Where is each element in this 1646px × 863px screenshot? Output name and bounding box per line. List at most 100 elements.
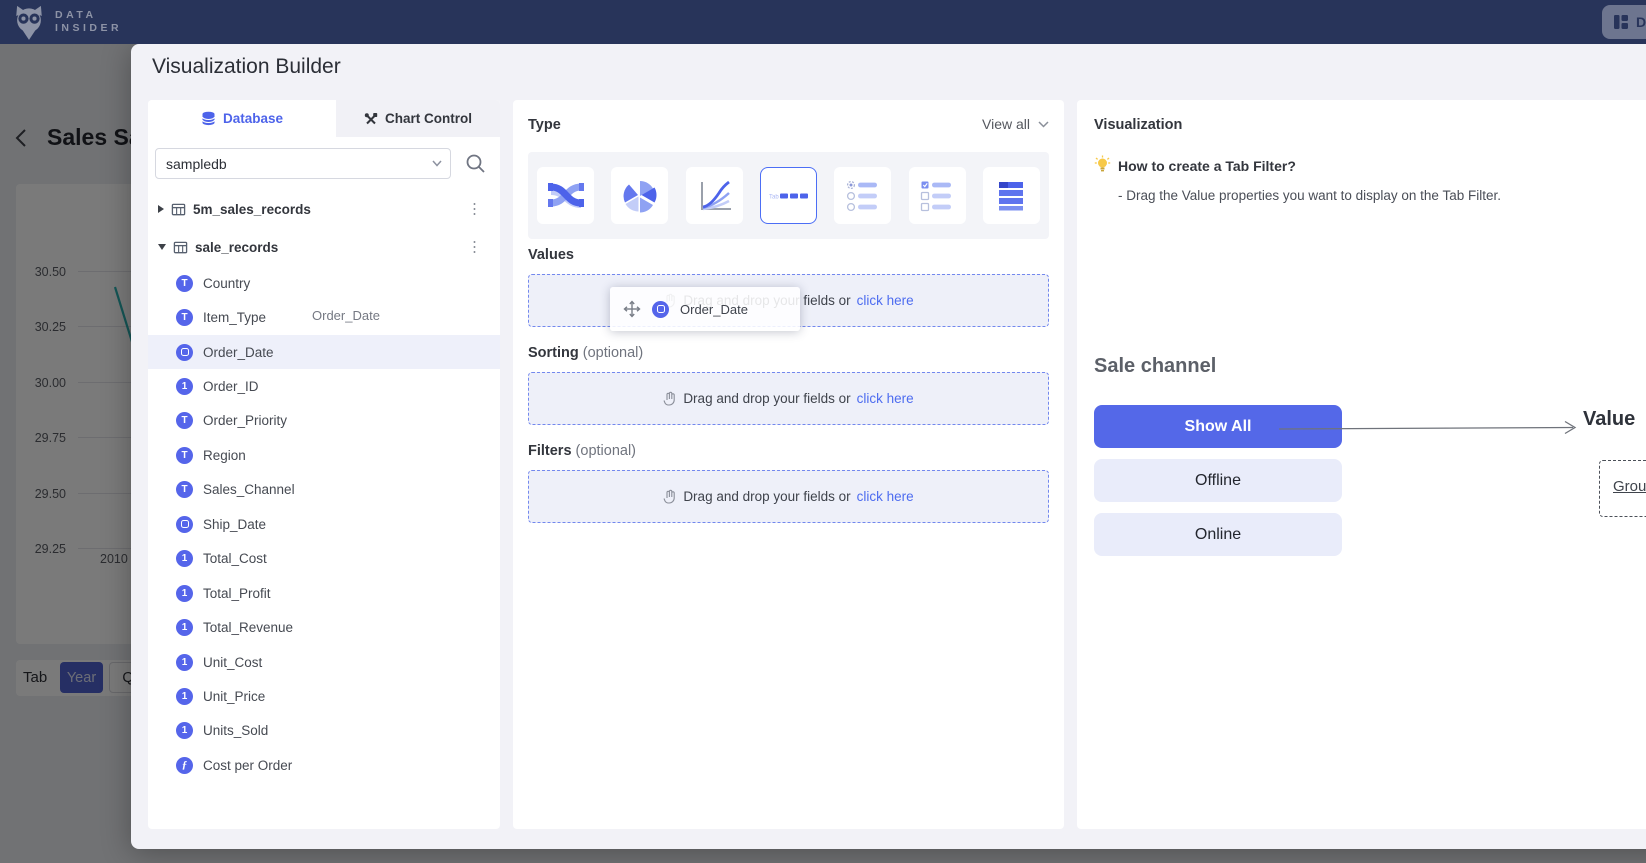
chart-type-radio-list[interactable] <box>834 167 891 224</box>
owl-logo-icon <box>12 4 46 40</box>
sorting-click-here-link[interactable]: click here <box>857 391 914 406</box>
visualization-builder-modal: Visualization Builder Database <box>131 44 1646 849</box>
dashboard-button[interactable]: D <box>1602 5 1646 39</box>
field-name: Order_ID <box>203 379 259 394</box>
field-row-total-profit[interactable]: 1Total_Profit <box>148 576 500 610</box>
filters-click-here-link[interactable]: click here <box>857 489 914 504</box>
tab-chart-control[interactable]: Chart Control <box>336 100 500 137</box>
field-name: Cost per Order <box>203 758 292 773</box>
dashboard-icon <box>1612 13 1630 31</box>
chart-type-sankey[interactable] <box>537 167 594 224</box>
number-field-icon: 1 <box>176 722 193 739</box>
table-grid-icon <box>173 240 188 255</box>
table-grid-icon <box>171 202 186 217</box>
field-row-order-date[interactable]: Order_Date <box>148 335 500 369</box>
table-row[interactable]: sale_records ⋮ <box>148 228 500 266</box>
table-name: sale_records <box>195 240 278 255</box>
annotation-group-link[interactable]: Group <box>1613 478 1646 495</box>
chart-type-line[interactable] <box>686 167 743 224</box>
preview-title: Sale channel <box>1094 355 1216 378</box>
field-name: Unit_Price <box>203 689 265 704</box>
move-icon <box>623 300 641 318</box>
text-field-icon: T <box>176 309 193 326</box>
annotation-arrow <box>1277 416 1589 442</box>
field-name: Item_Type <box>203 310 266 325</box>
table-name: 5m_sales_records <box>193 202 311 217</box>
number-field-icon: 1 <box>176 619 193 636</box>
tab-filter-icon: Tab <box>767 176 809 216</box>
tip-body: - Drag the Value properties you want to … <box>1118 188 1501 203</box>
chart-type-tab-filter[interactable]: Tab <box>760 167 817 224</box>
tab-option-online[interactable]: Online <box>1094 513 1342 556</box>
table-menu-kebab-icon[interactable]: ⋮ <box>467 202 482 217</box>
brand-text: DATA INSIDER <box>55 9 122 35</box>
tab-chart-control-label: Chart Control <box>385 111 472 126</box>
database-select[interactable] <box>155 148 451 179</box>
field-row-unit-cost[interactable]: 1 Unit_Cost <box>148 645 500 679</box>
field-row-ship-date[interactable]: Ship_Date <box>148 507 500 541</box>
chart-type-pie[interactable] <box>611 167 668 224</box>
table-row[interactable]: 5m_sales_records ⋮ <box>148 190 500 228</box>
number-field-icon: 1 <box>176 550 193 567</box>
drag-hand-icon <box>663 489 677 504</box>
filters-section-label: Filters (optional) <box>528 443 636 459</box>
field-row-region[interactable]: TRegion <box>148 438 500 472</box>
sorting-section-label: Sorting (optional) <box>528 345 643 361</box>
table-icon <box>991 176 1031 216</box>
line-chart-icon <box>694 176 734 216</box>
tools-icon <box>364 112 378 126</box>
chevron-down-icon <box>432 160 442 167</box>
field-row-total-cost[interactable]: 1Total_Cost <box>148 542 500 576</box>
tab-database[interactable]: Database <box>148 100 336 137</box>
tab-database-label: Database <box>223 111 283 126</box>
field-row-total-revenue[interactable]: 1Total_Revenue <box>148 610 500 644</box>
chart-type-checkbox-list[interactable] <box>909 167 966 224</box>
values-section-label: Values <box>528 247 574 263</box>
type-section-label: Type <box>528 117 561 133</box>
tab-option-offline[interactable]: Offline <box>1094 459 1342 502</box>
drag-source-floating-label: Order_Date <box>312 308 380 323</box>
field-row-cost-per-order[interactable]: ƒ Cost per Order <box>148 748 500 782</box>
left-panel-tabs: Database Chart Control <box>148 100 500 137</box>
chevron-down-icon <box>1038 121 1049 128</box>
brand[interactable]: DATA INSIDER <box>12 4 122 40</box>
table-menu-kebab-icon[interactable]: ⋮ <box>467 240 482 255</box>
collapsed-caret-icon[interactable] <box>158 205 164 213</box>
field-row-order-priority[interactable]: TOrder_Priority <box>148 404 500 438</box>
annotation-value-heading: Value <box>1583 408 1635 431</box>
sorting-dropzone[interactable]: Drag and drop your fields or click here <box>528 372 1049 425</box>
dashboard-button-label: D <box>1636 14 1646 30</box>
sorting-dropzone-text: Drag and drop your fields or <box>683 391 850 406</box>
number-field-icon: 1 <box>176 654 193 671</box>
text-field-icon: T <box>176 447 193 464</box>
checkbox-list-icon <box>917 176 957 216</box>
expanded-caret-icon[interactable] <box>158 244 166 250</box>
values-click-here-link[interactable]: click here <box>857 293 914 308</box>
chart-type-table[interactable] <box>983 167 1040 224</box>
database-search-row <box>155 148 486 179</box>
database-select-input[interactable] <box>155 148 451 179</box>
database-icon <box>201 111 216 126</box>
search-icon[interactable] <box>465 153 486 174</box>
filters-dropzone-text: Drag and drop your fields or <box>683 489 850 504</box>
function-field-icon: ƒ <box>176 757 193 774</box>
field-name: Unit_Cost <box>203 655 262 670</box>
field-row-unit-price[interactable]: 1Unit_Price <box>148 679 500 713</box>
lightbulb-icon <box>1094 155 1111 174</box>
text-field-icon: T <box>176 275 193 292</box>
svg-text:Tab: Tab <box>769 194 779 200</box>
field-row-units-sold[interactable]: 1 Units_Sold <box>148 714 500 748</box>
field-name: Units_Sold <box>203 723 268 738</box>
dragging-field-chip[interactable]: Order_Date <box>610 287 800 331</box>
field-row-country[interactable]: TCountry <box>148 266 500 300</box>
radio-list-icon <box>843 176 883 216</box>
top-navigation-bar: DATA INSIDER D <box>0 0 1646 44</box>
drag-hand-icon <box>663 391 677 406</box>
number-field-icon: 1 <box>176 585 193 602</box>
filters-dropzone[interactable]: Drag and drop your fields or click here <box>528 470 1049 523</box>
field-row-order-id[interactable]: 1Order_ID <box>148 369 500 403</box>
date-field-icon <box>176 516 193 533</box>
field-name: Order_Date <box>203 345 274 360</box>
view-all-button[interactable]: View all <box>982 116 1049 132</box>
field-row-sales-channel[interactable]: TSales_Channel <box>148 473 500 507</box>
